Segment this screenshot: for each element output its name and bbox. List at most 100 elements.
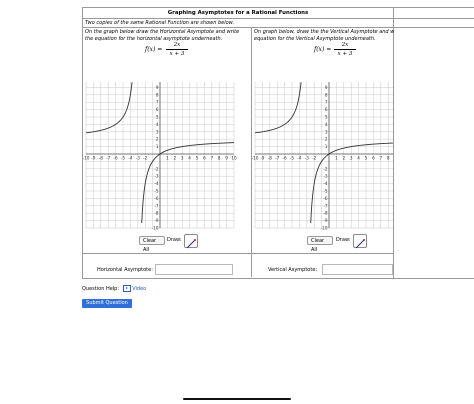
- x-tick-label: -7: [275, 156, 280, 161]
- y-tick-label: -3: [154, 174, 159, 179]
- y-tick-label: -7: [323, 203, 328, 208]
- x-tick-label: 1: [335, 156, 338, 161]
- x-tick-label: 3: [350, 156, 353, 161]
- right-clear-all-button[interactable]: Clear All: [307, 236, 333, 253]
- y-tick-label: -5: [323, 189, 328, 194]
- x-tick-label: 2: [173, 156, 176, 161]
- y-tick-label: 3: [156, 129, 159, 134]
- x-tick-label: 6: [372, 156, 375, 161]
- fraction-bar: [166, 49, 188, 50]
- x-tick-label: 5: [365, 156, 368, 161]
- y-tick-label: -2: [154, 166, 159, 171]
- y-tick-label: -8: [154, 211, 159, 216]
- divider: [83, 27, 474, 28]
- y-tick-label: -4: [154, 181, 159, 186]
- y-tick-label: -5: [154, 189, 159, 194]
- x-tick-label: -4: [297, 156, 302, 161]
- y-tick-label: 3: [325, 129, 328, 134]
- y-tick-label: -6: [154, 196, 159, 201]
- x-tick-label: -10: [252, 156, 259, 161]
- y-tick-label: 5: [325, 115, 328, 120]
- x-tick-label: -9: [260, 156, 265, 161]
- line-tool-icon: [186, 239, 196, 249]
- left-numerator: 2x: [173, 42, 181, 48]
- x-tick-label: 6: [203, 156, 206, 161]
- left-denominator: x + 3: [169, 51, 185, 57]
- vertical-asymptote-input[interactable]: [322, 264, 393, 275]
- left-clear-all-button[interactable]: Clear All: [139, 236, 165, 253]
- x-tick-label: 8: [218, 156, 221, 161]
- x-tick-label: -8: [99, 156, 104, 161]
- divider: [83, 253, 251, 254]
- y-tick-label: 8: [325, 92, 328, 97]
- left-graph[interactable]: -10-9-8-7-6-5-4-3-2123456789101098765432…: [83, 82, 249, 232]
- x-tick-label: -8: [268, 156, 273, 161]
- divider: [252, 253, 393, 254]
- x-tick-label: 2: [342, 156, 345, 161]
- x-tick-label: -2: [143, 156, 148, 161]
- y-tick-label: 7: [325, 100, 328, 105]
- submit-question-button[interactable]: Submit Question: [82, 299, 132, 308]
- y-tick-label: -9: [323, 218, 328, 223]
- y-tick-label: -3: [323, 174, 328, 179]
- x-tick-label: 4: [357, 156, 360, 161]
- y-tick-label: 6: [156, 107, 159, 112]
- intro-text: Two copies of the same Rational Function…: [85, 20, 235, 26]
- y-tick-label: 4: [325, 122, 328, 127]
- frame-edge: [393, 7, 394, 279]
- x-tick-label: 5: [196, 156, 199, 161]
- divider: [83, 18, 474, 19]
- left-draw-label: Draw:: [167, 237, 182, 243]
- left-instruction-line2: the equation for the horizontal asymptot…: [85, 36, 223, 42]
- y-tick-label: -4: [323, 181, 328, 186]
- vertical-asymptote-label: Vertical Asymptote:: [268, 267, 318, 273]
- y-tick-label: 6: [325, 107, 328, 112]
- x-tick-label: 7: [210, 156, 213, 161]
- right-denominator: x + 3: [337, 51, 353, 57]
- right-graph[interactable]: -10-9-8-7-6-5-4-3-21234567810987654321-2…: [252, 82, 393, 232]
- x-tick-label: 3: [181, 156, 184, 161]
- right-function-label: f(x) =: [314, 46, 332, 53]
- y-tick-label: 2: [156, 137, 159, 142]
- y-tick-label: -7: [154, 203, 159, 208]
- left-function-label: f(x) =: [145, 46, 163, 53]
- y-tick-label: -10: [152, 226, 159, 231]
- right-line-tool-button[interactable]: [353, 234, 367, 249]
- y-tick-label: 2: [325, 137, 328, 142]
- y-tick-label: -10: [321, 226, 328, 231]
- horizontal-asymptote-input[interactable]: [155, 264, 233, 275]
- y-tick-label: -2: [323, 166, 328, 171]
- y-tick-label: -9: [154, 218, 159, 223]
- x-tick-label: -3: [136, 156, 141, 161]
- x-tick-label: -6: [283, 156, 288, 161]
- x-tick-label: 9: [225, 156, 228, 161]
- y-tick-label: -6: [323, 196, 328, 201]
- video-link[interactable]: Video: [132, 286, 146, 292]
- horizontal-asymptote-label: Horizontal Asymptote:: [97, 267, 153, 273]
- y-tick-label: 1: [156, 144, 159, 149]
- line-tool-icon: [355, 239, 365, 249]
- left-instruction-line1: On the graph below draw the Horizontal A…: [85, 29, 240, 35]
- x-tick-label: 1: [166, 156, 169, 161]
- y-tick-label: 1: [325, 144, 328, 149]
- x-tick-label: 10: [231, 156, 237, 161]
- y-tick-label: 9: [156, 85, 159, 90]
- question-help-label: Question Help:: [82, 286, 120, 292]
- x-tick-label: -3: [305, 156, 310, 161]
- left-line-tool-button[interactable]: [184, 234, 198, 249]
- right-numerator: 2x: [341, 42, 349, 48]
- question-help: Question Help: Video: [82, 285, 146, 293]
- y-tick-label: 10: [153, 82, 159, 83]
- video-icon[interactable]: [122, 285, 131, 292]
- x-tick-label: 4: [188, 156, 191, 161]
- x-tick-label: 7: [379, 156, 382, 161]
- question-title: Graphing Asymptotes for a Rational Funct…: [167, 10, 309, 16]
- function-curve: [254, 82, 302, 134]
- x-tick-label: 8: [387, 156, 390, 161]
- x-tick-label: -6: [114, 156, 119, 161]
- y-tick-label: 5: [156, 115, 159, 120]
- y-tick-label: 10: [322, 82, 328, 83]
- x-tick-label: -7: [106, 156, 111, 161]
- right-instruction-line1: On graph below, draw the the Vertical As…: [254, 29, 395, 35]
- x-tick-label: -2: [312, 156, 317, 161]
